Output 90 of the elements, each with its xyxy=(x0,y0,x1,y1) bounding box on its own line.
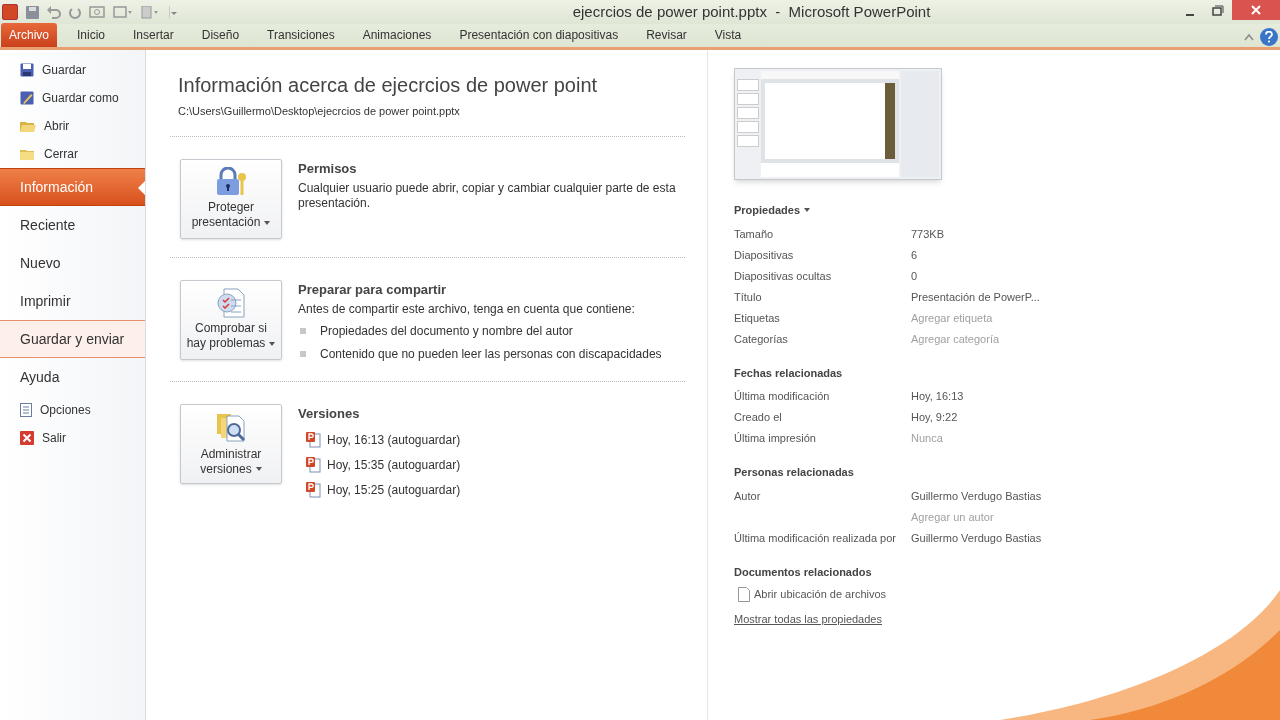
property-label: Etiquetas xyxy=(734,310,781,326)
version-link[interactable]: Hoy, 16:13 (autoguardar) xyxy=(298,430,461,449)
property-value: Guillermo Verdugo Bastias xyxy=(911,488,1042,504)
window-title: ejecrcios de power point.pptx - Microsoft PowerPoint xyxy=(572,1,931,22)
property-label: Tamaño xyxy=(734,226,775,242)
version-link[interactable]: Hoy, 15:25 (autoguardar) xyxy=(298,480,461,499)
document-icon xyxy=(20,403,32,417)
presentation-file-icon xyxy=(306,481,321,498)
help-icon[interactable] xyxy=(1260,28,1278,46)
group-heading: Personas relacionadas xyxy=(734,465,855,480)
ribbon-tab[interactable]: Animaciones xyxy=(350,23,444,47)
folder-icon xyxy=(20,119,36,133)
document-icon xyxy=(738,586,750,602)
customize-toolbar-icon[interactable] xyxy=(169,6,177,18)
open-location-link[interactable]: Abrir ubicación de archivos xyxy=(738,586,887,603)
menu-command[interactable]: Salir xyxy=(0,424,145,452)
section-heading: Versiones xyxy=(298,405,361,423)
close-button[interactable] xyxy=(1232,0,1280,20)
ribbon-tab[interactable]: Revisar xyxy=(634,23,699,47)
ribbon-tab[interactable]: Vista xyxy=(702,23,754,47)
caret-icon xyxy=(269,341,276,346)
property-label: Autor xyxy=(734,488,762,504)
property-value: Hoy, 9:22 xyxy=(911,410,958,425)
menu-tab[interactable]: Nuevo xyxy=(0,244,145,282)
bullet-text: Propiedades del documento y nombre del autor xyxy=(320,323,573,340)
section-heading: Preparar para compartir xyxy=(298,280,448,299)
group-heading: Documentos relacionados xyxy=(734,564,873,580)
menu-tab[interactable]: Imprimir xyxy=(0,282,145,320)
collapse-ribbon-icon[interactable] xyxy=(1244,33,1254,41)
property-label: Categorías xyxy=(734,331,789,347)
close-icon xyxy=(1251,5,1261,15)
action-button[interactable]: Administrar versiones xyxy=(180,404,282,484)
floppy-pencil-icon xyxy=(20,91,34,105)
ribbon-tab[interactable]: Archivo xyxy=(1,23,57,47)
page-title: Información acerca de ejecrcios de power point xyxy=(177,73,599,98)
property-label: Diapositivas xyxy=(734,247,795,263)
version-link[interactable]: Hoy, 15:35 (autoguardar) xyxy=(298,455,461,474)
action-button[interactable]: Comprobar si hay problemas xyxy=(180,279,282,360)
show-all-properties-link[interactable]: Mostrar todas las propiedades xyxy=(734,610,882,627)
ribbon-tab[interactable]: Inicio xyxy=(65,23,118,47)
slideshow-icon[interactable] xyxy=(89,5,105,19)
property-value: 773KB xyxy=(911,226,945,242)
app-logo-icon xyxy=(2,4,18,20)
property-label: Última impresión xyxy=(734,431,817,446)
property-value: Guillermo Verdugo Bastias xyxy=(911,530,1042,546)
section-description: Cualquier usuario puede abrir, copiar y cambiar cualquier parte de esta presentación. xyxy=(298,181,677,211)
layout-icon[interactable] xyxy=(141,5,161,19)
property-label: Diapositivas ocultas xyxy=(734,268,833,284)
file-path: C:\Users\Guillermo\Desktop\ejecrcios de power point.pptx xyxy=(177,104,461,119)
property-value: 6 xyxy=(911,247,918,263)
bullet-text: Contenido que no pueden leer las personas con discapacidades xyxy=(320,346,662,363)
action-button[interactable]: Proteger presentación xyxy=(180,158,282,239)
undo-icon[interactable] xyxy=(47,5,61,19)
section-heading: Permisos xyxy=(298,159,358,178)
property-value: 0 xyxy=(911,268,918,284)
group-heading: Fechas relacionadas xyxy=(734,365,844,381)
caret-icon xyxy=(255,467,262,472)
checklist-document-icon xyxy=(216,288,246,318)
properties-heading[interactable]: Propiedades xyxy=(734,202,801,219)
menu-tab[interactable]: Ayuda xyxy=(0,358,145,396)
bullet-icon xyxy=(300,328,306,334)
property-value: Presentación de PowerP... xyxy=(911,289,1040,305)
ribbon-tab[interactable]: Transiciones xyxy=(255,23,347,47)
menu-tab[interactable]: Guardar y enviar xyxy=(0,320,145,358)
documents-magnifier-icon xyxy=(215,411,247,444)
presentation-file-icon xyxy=(306,456,321,473)
menu-command[interactable]: Cerrar xyxy=(0,140,145,168)
redo-icon[interactable] xyxy=(69,5,81,19)
bullet-icon xyxy=(300,351,306,357)
menu-command[interactable]: Guardar como xyxy=(0,84,145,112)
property-label: Creado el xyxy=(734,410,783,425)
folder-icon xyxy=(20,147,36,161)
ribbon-tab[interactable]: Presentación con diapositivas xyxy=(447,23,631,47)
property-value: Hoy, 16:13 xyxy=(911,389,964,404)
section-description: Antes de compartir este archivo, tenga en cuenta que contiene: xyxy=(298,302,636,317)
property-label: Última modificación xyxy=(734,389,831,404)
ribbon-tab[interactable]: Insertar xyxy=(121,23,186,47)
menu-command[interactable]: Abrir xyxy=(0,112,145,140)
caret-icon xyxy=(804,208,811,213)
new-slide-icon[interactable] xyxy=(113,5,133,19)
padlock-key-icon xyxy=(215,167,247,197)
ribbon-tab[interactable]: Diseño xyxy=(189,23,252,47)
property-label: Título xyxy=(734,289,763,305)
caret-icon xyxy=(264,220,271,225)
close-icon xyxy=(20,431,34,445)
menu-tab[interactable]: Reciente xyxy=(0,206,145,244)
presentation-file-icon xyxy=(306,431,321,448)
property-label: Última modificación realizada por xyxy=(734,530,897,546)
menu-command[interactable]: Opciones xyxy=(0,396,145,424)
menu-command[interactable]: Guardar xyxy=(0,56,145,84)
